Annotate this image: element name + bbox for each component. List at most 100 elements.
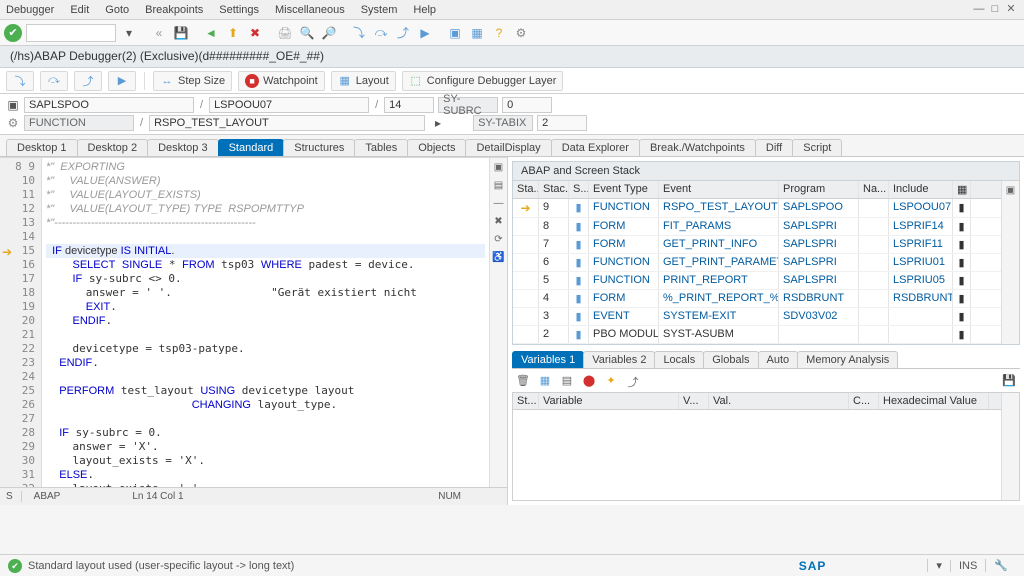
menu-miscellaneous[interactable]: Miscellaneous: [275, 4, 345, 16]
settings-icon[interactable]: ⚙: [512, 24, 530, 42]
stack-row[interactable]: 3▮EVENTSYSTEM-EXITSDV03V02▮: [513, 308, 1001, 326]
tool-b-icon[interactable]: ▤: [492, 180, 506, 194]
step-size-button[interactable]: ↔Step Size: [153, 71, 232, 91]
tool-e-icon[interactable]: ⟳: [492, 234, 506, 248]
gear-icon[interactable]: ⚙: [6, 114, 20, 132]
maximize-icon[interactable]: □: [988, 3, 1002, 17]
step-over-icon[interactable]: ⤼: [372, 24, 390, 42]
var-t1-icon[interactable]: ⬤: [582, 374, 596, 388]
menu-debugger[interactable]: Debugger: [6, 4, 54, 16]
nav-icon[interactable]: ▣: [6, 96, 20, 114]
tab-diff[interactable]: Diff: [755, 139, 793, 156]
tab-structures[interactable]: Structures: [283, 139, 355, 156]
right-pane: ABAP and Screen Stack Sta...Stac...S...E…: [508, 157, 1024, 505]
tool1-icon[interactable]: ▣: [446, 24, 464, 42]
save-icon[interactable]: 💾: [172, 24, 190, 42]
command-field[interactable]: [26, 24, 116, 42]
tab-variables1[interactable]: Variables 1: [512, 351, 584, 368]
stack-table: Sta...Stac...S...Event TypeEventProgramN…: [512, 181, 1020, 345]
menu-goto[interactable]: Goto: [105, 4, 129, 16]
stack-row[interactable]: 8▮FORMFIT_PARAMSSAPLSPRILSPRIF14▮: [513, 218, 1001, 236]
var-sort-icon[interactable]: ▤: [560, 374, 574, 388]
stack-row[interactable]: 4▮FORM%_PRINT_REPORT_%RSDBRUNTRSDBRUNT▮: [513, 290, 1001, 308]
tab-dataexplorer[interactable]: Data Explorer: [551, 139, 640, 156]
back-icon[interactable]: «: [150, 24, 168, 42]
tab-auto[interactable]: Auto: [758, 351, 799, 368]
dropdown-icon[interactable]: ▾: [120, 24, 138, 42]
variables-toolbar: 🗑 ▦ ▤ ⬤ ✦ ⤴ 💾: [512, 371, 1020, 391]
var-save-icon[interactable]: 💾: [1002, 374, 1016, 388]
main-area: ➔ 8 9 10 11 12 13 14 15 16 17 18 19 20 2…: [0, 157, 1024, 505]
tool2-icon[interactable]: ▦: [468, 24, 486, 42]
help-icon[interactable]: ?: [490, 24, 508, 42]
tool-a-icon[interactable]: ▣: [492, 162, 506, 176]
stack-row[interactable]: 2▮PBO MODULESYST-ASUBM▮: [513, 326, 1001, 344]
menu-edit[interactable]: Edit: [70, 4, 89, 16]
menu-breakpoints[interactable]: Breakpoints: [145, 4, 203, 16]
var-tab-icon[interactable]: ▦: [538, 374, 552, 388]
tab-script[interactable]: Script: [792, 139, 842, 156]
exit-icon[interactable]: ⬆: [224, 24, 242, 42]
line-gutter: 8 9 10 11 12 13 14 15 16 17 18 19 20 21 …: [0, 158, 42, 487]
tab-memory[interactable]: Memory Analysis: [797, 351, 898, 368]
find-icon[interactable]: 🔍: [298, 24, 316, 42]
menu-help[interactable]: Help: [413, 4, 436, 16]
tool-f-icon[interactable]: ♿: [492, 252, 506, 266]
line-field[interactable]: 14: [384, 97, 434, 113]
tab-detaildisplay[interactable]: DetailDisplay: [465, 139, 551, 156]
sy-subrc-field: 0: [502, 97, 552, 113]
continue-icon[interactable]: ▶: [416, 24, 434, 42]
variables-header-row: St...VariableV...Val.C...Hexadecimal Val…: [513, 393, 1001, 410]
continue-button[interactable]: ▶: [108, 71, 136, 91]
tab-objects[interactable]: Objects: [407, 139, 466, 156]
variables-tabs: Variables 1 Variables 2 Locals Globals A…: [512, 351, 1020, 369]
step-into-icon[interactable]: ⤵: [350, 24, 368, 42]
code-pane: ➔ 8 9 10 11 12 13 14 15 16 17 18 19 20 2…: [0, 157, 508, 505]
watchpoint-button[interactable]: ■Watchpoint: [238, 71, 325, 91]
var-t2-icon[interactable]: ✦: [604, 374, 618, 388]
var-side-toolbar: [1001, 393, 1019, 500]
tab-breakwatch[interactable]: Break./Watchpoints: [639, 139, 756, 156]
findnext-icon[interactable]: 🔎: [320, 24, 338, 42]
tool-d-icon[interactable]: ✖: [492, 216, 506, 230]
tab-desktop2[interactable]: Desktop 2: [77, 139, 149, 156]
tab-variables2[interactable]: Variables 2: [583, 351, 655, 368]
main-toolbar: ✔ ▾ « 💾 ◄ ⬆ ✖ 🖨 🔍 🔎 ⤵ ⤼ ⤴ ▶ ▣ ▦ ? ⚙: [0, 20, 1024, 46]
tab-standard[interactable]: Standard: [218, 139, 285, 156]
close-icon[interactable]: ✕: [1004, 3, 1018, 17]
tool-c-icon[interactable]: —: [492, 198, 506, 212]
tab-tables[interactable]: Tables: [354, 139, 408, 156]
var-del-icon[interactable]: 🗑: [516, 374, 530, 388]
step-over-button[interactable]: ⤼: [40, 71, 68, 91]
code-text[interactable]: *" EXPORTING *" VALUE(ANSWER) *" VALUE(L…: [42, 158, 489, 487]
step-out-button[interactable]: ⤴: [74, 71, 102, 91]
code-editor[interactable]: ➔ 8 9 10 11 12 13 14 15 16 17 18 19 20 2…: [0, 157, 507, 487]
step-into-button[interactable]: ⤵: [6, 71, 34, 91]
routine-field[interactable]: RSPO_TEST_LAYOUT: [149, 115, 425, 131]
cancel-icon[interactable]: ✖: [246, 24, 264, 42]
menu-settings[interactable]: Settings: [219, 4, 259, 16]
stack-row[interactable]: ➔9▮FUNCTIONRSPO_TEST_LAYOUTSAPLSPOOLSPOO…: [513, 199, 1001, 218]
object-type-field: FUNCTION: [24, 115, 134, 131]
config-layer-button[interactable]: ⬚Configure Debugger Layer: [402, 71, 564, 91]
menu-system[interactable]: System: [361, 4, 398, 16]
print-icon[interactable]: 🖨: [276, 24, 294, 42]
include-field[interactable]: LSPOOU07: [209, 97, 369, 113]
expand-icon[interactable]: ▸: [429, 114, 447, 132]
tab-globals[interactable]: Globals: [703, 351, 758, 368]
tab-desktop3[interactable]: Desktop 3: [147, 139, 219, 156]
tab-locals[interactable]: Locals: [654, 351, 704, 368]
back-green-icon[interactable]: ◄: [202, 24, 220, 42]
stack-row[interactable]: 6▮FUNCTIONGET_PRINT_PARAMETERSSAPLSPRILS…: [513, 254, 1001, 272]
tab-desktop1[interactable]: Desktop 1: [6, 139, 78, 156]
num-lock: NUM: [438, 491, 461, 502]
stack-row[interactable]: 5▮FUNCTIONPRINT_REPORTSAPLSPRILSPRIU05▮: [513, 272, 1001, 290]
minimize-icon[interactable]: —: [972, 3, 986, 17]
sy-tabix-field: 2: [537, 115, 587, 131]
enter-icon[interactable]: ✔: [4, 24, 22, 42]
main-program-field[interactable]: SAPLSPOO: [24, 97, 194, 113]
layout-button[interactable]: ▦Layout: [331, 71, 396, 91]
stack-row[interactable]: 7▮FORMGET_PRINT_INFOSAPLSPRILSPRIF11▮: [513, 236, 1001, 254]
step-out-icon[interactable]: ⤴: [394, 24, 412, 42]
var-t3-icon[interactable]: ⤴: [626, 374, 640, 388]
